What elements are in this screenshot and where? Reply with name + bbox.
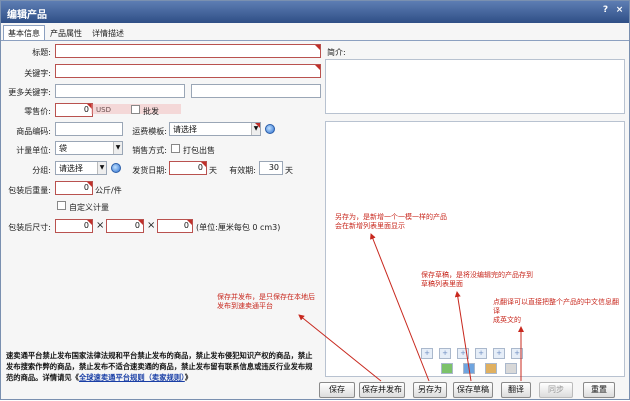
- annotation-save-as: 另存为，是新增一个一模一样的产品 会在新增列表里面显示: [335, 213, 447, 231]
- sku-input[interactable]: [55, 122, 123, 136]
- intro-label: 简介:: [327, 48, 346, 57]
- pack-sale-checkbox[interactable]: [171, 144, 180, 153]
- weight-unit: 公斤/件: [95, 186, 122, 195]
- save-and-publish-button[interactable]: 保存并发布: [359, 382, 405, 398]
- policy-notice-tail: 》: [184, 373, 193, 382]
- price-input[interactable]: 0: [55, 103, 93, 117]
- annotation-line: 点翻译可以直接把整个产品的中文信息翻: [493, 298, 619, 306]
- intro-textarea[interactable]: [325, 59, 625, 114]
- annotation-line: 草稿列表里面: [421, 280, 463, 288]
- weight-input[interactable]: 0: [55, 181, 93, 195]
- custom-measure-checkbox[interactable]: [57, 201, 66, 210]
- tab-divider: [1, 40, 629, 41]
- translate-button[interactable]: 翻译: [501, 382, 531, 398]
- image-tool-icon[interactable]: [463, 363, 475, 374]
- validity-label: 有效期:: [229, 166, 256, 175]
- delivery-date-label: 发货日期:: [132, 166, 167, 175]
- save-as-button[interactable]: 另存为: [413, 382, 447, 398]
- weight-label: 包装后重量:: [8, 186, 51, 195]
- times-icon: ×: [96, 220, 105, 231]
- tab-product-attributes[interactable]: 产品属性: [45, 25, 87, 41]
- size-width-input[interactable]: 0: [106, 219, 144, 233]
- more-keyword-input-2[interactable]: [191, 84, 321, 98]
- annotation-line: 保存草稿，是将没编辑完的产品存到: [421, 271, 533, 279]
- save-button[interactable]: 保存: [319, 382, 355, 398]
- image-tool-icon[interactable]: [505, 363, 517, 374]
- annotation-save-draft: 保存草稿，是将没编辑完的产品存到 草稿列表里面: [421, 271, 533, 289]
- policy-notice: 速卖通平台禁止发布国家法律法规和平台禁止发布的商品，禁止发布侵犯知识产权的商品，…: [6, 350, 316, 383]
- tab-detail-description[interactable]: 详情描述: [87, 25, 129, 41]
- size-length-input[interactable]: 0: [55, 219, 93, 233]
- more-keyword-input-1[interactable]: [55, 84, 185, 98]
- sku-label: 商品编码:: [16, 127, 51, 136]
- shipping-template-label: 运费模板:: [132, 127, 167, 136]
- delivery-date-input[interactable]: 0: [169, 161, 207, 175]
- add-image-icon[interactable]: +: [457, 348, 469, 359]
- annotation-save-publish: 保存并发布，是只保存在本地后 发布到速卖通平台: [217, 293, 315, 311]
- wholesale-checkbox[interactable]: [131, 105, 140, 114]
- image-tool-icon[interactable]: [441, 363, 453, 374]
- add-image-icon[interactable]: +: [493, 348, 505, 359]
- annotation-line: 译: [493, 307, 500, 315]
- pack-sale-label: 打包出售: [183, 146, 215, 155]
- wholesale-label: 批发: [143, 107, 159, 116]
- edit-product-window: 编辑产品 ? × 基本信息 产品属性 详情描述 标题: 简介: 关键字: 更多关…: [0, 0, 630, 400]
- size-unit-note: (单位:厘米每包 0 cm3): [196, 223, 281, 232]
- validity-unit: 天: [285, 166, 293, 175]
- shipping-template-select[interactable]: 请选择 ▼: [169, 122, 261, 136]
- chevron-down-icon: ▼: [97, 162, 106, 174]
- image-tool-icon[interactable]: [485, 363, 497, 374]
- annotation-line: 保存并发布，是只保存在本地后: [217, 293, 315, 301]
- add-image-icon[interactable]: +: [439, 348, 451, 359]
- price-label: 零售价:: [24, 107, 51, 116]
- unit-select[interactable]: 袋 ▼: [55, 141, 123, 155]
- add-image-icon[interactable]: +: [511, 348, 523, 359]
- unit-label: 计量单位:: [16, 146, 51, 155]
- refresh-icon[interactable]: [265, 124, 275, 134]
- add-image-icon[interactable]: +: [475, 348, 487, 359]
- annotation-line: 发布到速卖通平台: [217, 302, 273, 310]
- unit-value: 袋: [59, 144, 67, 153]
- keyword-input[interactable]: [55, 64, 321, 78]
- title-label: 标题:: [32, 48, 51, 57]
- group-value: 请选择: [59, 164, 83, 173]
- chevron-down-icon: ▼: [251, 123, 260, 135]
- sync-button: 同步: [539, 382, 573, 398]
- title-input[interactable]: [55, 44, 321, 58]
- help-icon[interactable]: ?: [600, 5, 611, 16]
- group-label: 分组:: [32, 166, 51, 175]
- size-label: 包装后尺寸:: [8, 223, 51, 232]
- more-keywords-label: 更多关键字:: [8, 88, 51, 97]
- product-image-panel[interactable]: [325, 121, 625, 377]
- close-icon[interactable]: ×: [614, 5, 625, 16]
- add-image-icon[interactable]: +: [421, 348, 433, 359]
- validity-input[interactable]: 30: [259, 161, 283, 175]
- refresh-icon[interactable]: [111, 163, 121, 173]
- annotation-line: 会在新增列表里面显示: [335, 222, 405, 230]
- times-icon: ×: [147, 220, 156, 231]
- sale-method-label: 销售方式:: [132, 146, 167, 155]
- window-title: 编辑产品: [7, 10, 47, 21]
- group-select[interactable]: 请选择 ▼: [55, 161, 107, 175]
- annotation-line: 另存为，是新增一个一模一样的产品: [335, 213, 447, 221]
- shipping-template-value: 请选择: [173, 125, 197, 134]
- save-draft-button[interactable]: 保存草稿: [453, 382, 493, 398]
- keyword-label: 关键字:: [24, 69, 51, 78]
- reset-button[interactable]: 重置: [583, 382, 615, 398]
- tab-bar: 基本信息 产品属性 详情描述: [3, 25, 129, 41]
- policy-rules-link[interactable]: 全球速卖通平台规则（卖家规则）: [79, 373, 185, 382]
- title-bar[interactable]: 编辑产品 ? ×: [1, 1, 629, 23]
- custom-measure-label: 自定义计量: [69, 203, 109, 212]
- tab-basic-info[interactable]: 基本信息: [3, 25, 45, 41]
- annotation-line: 成英文的: [493, 316, 521, 324]
- annotation-translate: 点翻译可以直接把整个产品的中文信息翻 译 成英文的: [493, 298, 619, 325]
- size-height-input[interactable]: 0: [157, 219, 193, 233]
